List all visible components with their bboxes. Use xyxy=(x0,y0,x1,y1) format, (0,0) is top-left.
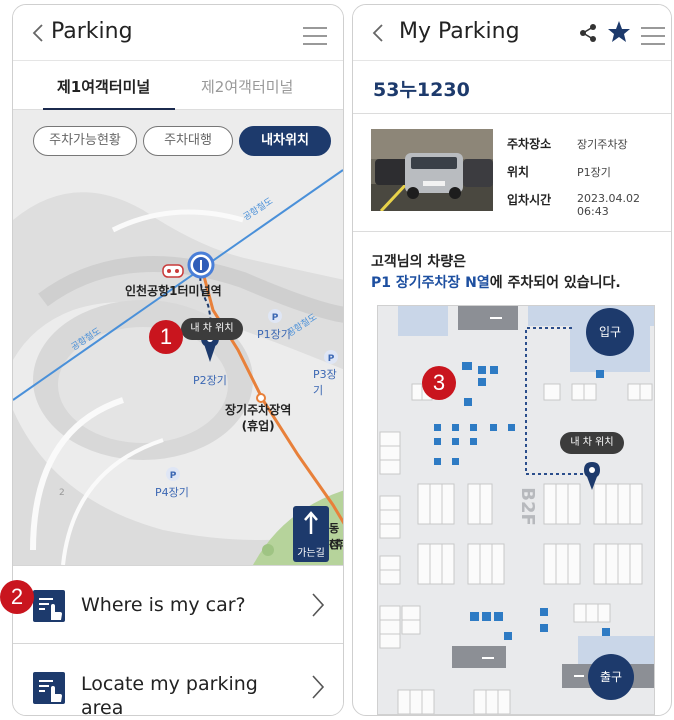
car-tooltip: 내 차 위치 xyxy=(181,318,243,340)
chip-valet[interactable]: 주차대행 xyxy=(143,126,233,156)
header: My Parking xyxy=(353,5,671,61)
divider xyxy=(353,231,671,232)
chip-my-car[interactable]: 내차위치 xyxy=(239,126,331,156)
message-highlight: P1 장기주차장 N열 xyxy=(371,275,490,291)
tab-terminal-2[interactable]: 제2여객터미널 xyxy=(201,76,293,97)
message-line-2: P1 장기주차장 N열에 주차되어 있습니다. xyxy=(371,272,621,292)
station-label-longterm-line1: 장기주차장역 xyxy=(225,403,292,417)
touch-icon xyxy=(33,590,65,622)
locate-area-label-line2: area xyxy=(81,697,124,716)
exit-marker[interactable]: 출구 xyxy=(588,654,634,700)
menu-icon[interactable] xyxy=(303,27,327,45)
lot-label-p3: P3장기 xyxy=(313,368,337,397)
car-tooltip: 내 차 위치 xyxy=(560,432,624,454)
car-photo xyxy=(371,129,493,211)
lot-label-p1: P1장기 xyxy=(257,328,291,341)
back-chevron-icon[interactable] xyxy=(31,23,45,43)
info-label-spot: 위치 xyxy=(507,165,530,179)
tab-terminal-1[interactable]: 제1여객터미널 xyxy=(57,76,150,97)
lot-label-p4: P4장기 xyxy=(155,486,189,499)
entrance-label: 입구 xyxy=(598,325,622,339)
chevron-right-icon xyxy=(312,675,325,699)
info-label-location: 주차장소 xyxy=(507,137,552,151)
divider xyxy=(353,113,671,114)
locate-area-label: Locate my parking area xyxy=(81,672,258,716)
page-title: Parking xyxy=(51,19,133,44)
star-icon[interactable] xyxy=(607,20,631,44)
info-value-location: 장기주차장 xyxy=(577,138,628,151)
step-badge-1: 1 xyxy=(149,320,183,354)
exit-label: 출구 xyxy=(599,670,623,684)
station-label-terminal1: 인천공항1터미널역 xyxy=(125,284,222,298)
locate-area-label-line1: Locate my parking xyxy=(81,673,258,695)
my-parking-screen: My Parking 53누1230 주차장소 장기주차장 위치 P1장기 입차… xyxy=(352,4,672,716)
station-label-longterm-line2: (휴업) xyxy=(241,419,275,433)
chevron-right-icon xyxy=(312,593,325,617)
svg-text:P: P xyxy=(272,313,279,323)
info-value-entry-time: 2023.04.02 06:43 xyxy=(577,192,640,218)
floor-level-label: B2F xyxy=(516,487,538,526)
license-plate: 53누1230 xyxy=(373,79,470,101)
parking-map[interactable]: P P P 2 공항철도 공항철도 공항철도 주차가능현황 주차대행 내차위치 … xyxy=(13,110,344,565)
menu-icon[interactable] xyxy=(641,27,665,45)
where-car-label: Where is my car? xyxy=(81,594,246,616)
lot-label-p2: P2장기 xyxy=(193,374,227,387)
message-rest: 에 주차되어 있습니다. xyxy=(489,275,621,291)
svg-text:P: P xyxy=(170,471,177,481)
message-line-1: 고객님의 차량은 xyxy=(371,254,467,270)
floor-plan[interactable]: B2F 입구 출구 내 차 위치 3 xyxy=(377,305,655,715)
header: Parking xyxy=(13,5,343,61)
chip-availability[interactable]: 주차가능현황 xyxy=(33,126,137,156)
edge-label-2: (휴 xyxy=(329,538,344,551)
terminal-tabs: 제1여객터미널 제2여객터미널 xyxy=(13,62,343,110)
back-chevron-icon[interactable] xyxy=(371,23,385,43)
page-title: My Parking xyxy=(399,19,520,44)
parking-screen: Parking 제1여객터미널 제2여객터미널 P P P 2 공항철도 공항철… xyxy=(12,4,344,716)
info-value-spot: P1장기 xyxy=(577,166,611,179)
share-icon[interactable] xyxy=(579,23,597,43)
station-label-longterm: 장기주차장역 (휴업) xyxy=(225,402,291,434)
touch-icon xyxy=(33,672,65,704)
svg-text:2: 2 xyxy=(59,488,65,498)
list-item-where-car[interactable]: Where is my car? xyxy=(13,565,343,643)
list-item-locate-area[interactable]: Locate my parking area xyxy=(13,643,343,716)
info-label-entry-time: 입차시간 xyxy=(507,193,552,207)
svg-text:P: P xyxy=(328,354,335,364)
walk-route-button[interactable]: 가는길 xyxy=(293,506,329,562)
walk-route-label: 가는길 xyxy=(297,548,325,559)
step-badge-2: 2 xyxy=(0,580,34,614)
entrance-marker[interactable]: 입구 xyxy=(586,308,634,356)
up-arrow-icon xyxy=(304,511,318,534)
step-badge-3: 3 xyxy=(422,366,456,400)
